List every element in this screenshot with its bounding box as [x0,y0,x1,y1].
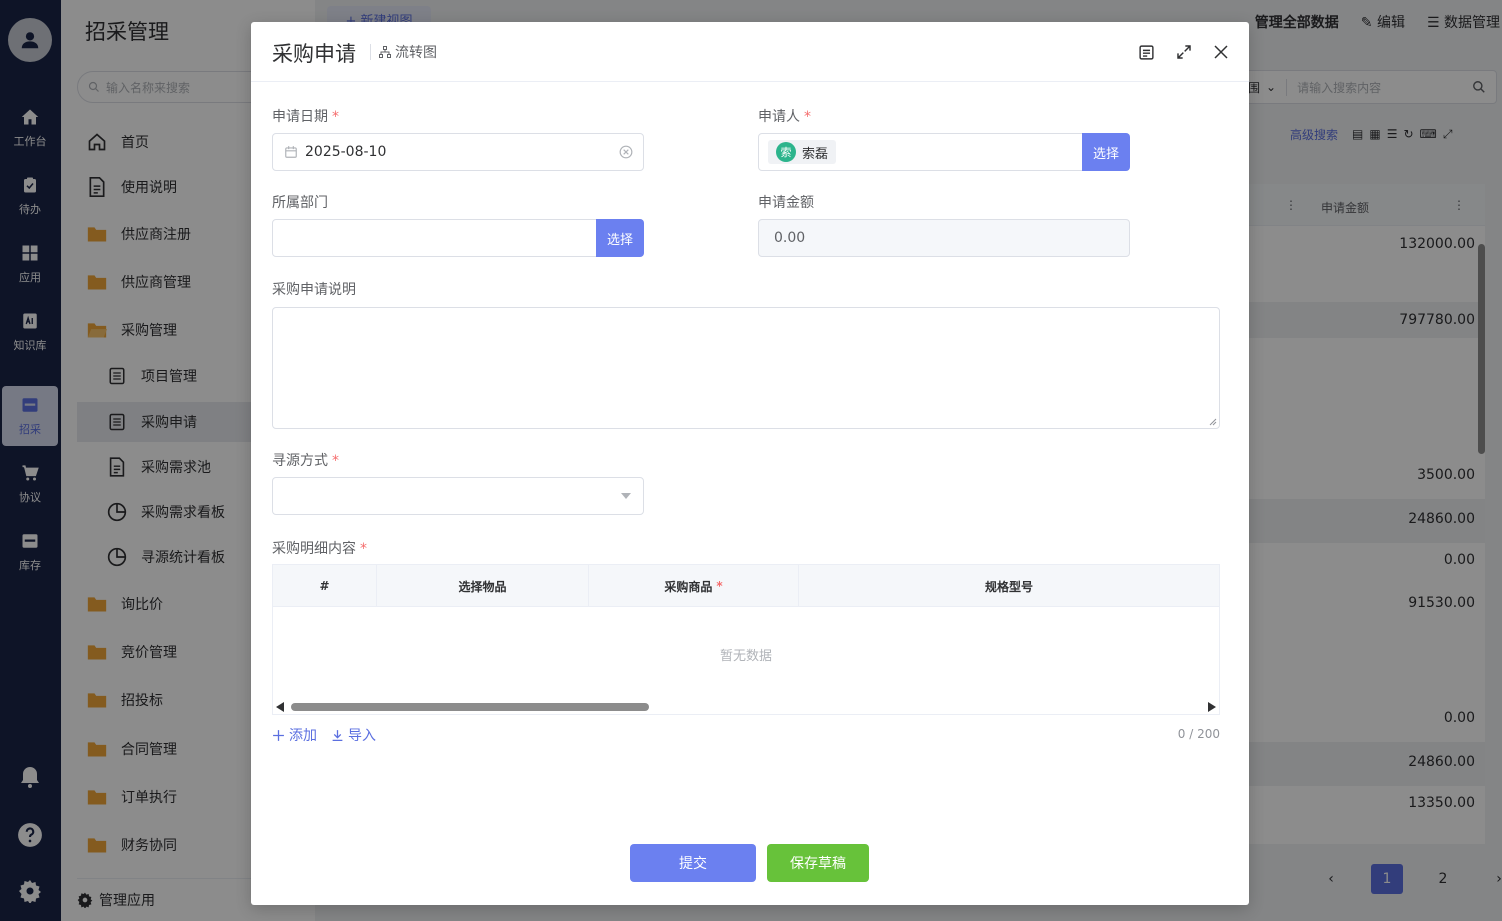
notes-icon[interactable] [1136,42,1156,62]
department-label: 所属部门 [272,195,328,211]
download-icon [332,729,343,741]
flowchart-link[interactable]: 流转图 [379,42,437,62]
scrollbar-thumb[interactable] [291,703,649,711]
applicant-tag[interactable]: 索 索磊 [768,140,837,164]
caret-down-icon [621,493,631,499]
applicant-field[interactable]: 索 索磊 [758,133,1084,171]
dialog-title: 采购申请 [272,42,356,66]
scroll-right-icon[interactable] [1208,702,1216,712]
dialog-header: 采购申请 流转图 [251,22,1249,82]
scroll-left-icon[interactable] [276,702,284,712]
amount-label: 申请金额 [758,195,814,211]
plus-icon [273,729,284,741]
close-icon[interactable] [1211,42,1231,62]
horizontal-scrollbar[interactable] [273,700,1219,714]
sourcing-select[interactable] [272,477,644,515]
fullscreen-icon[interactable] [1174,42,1194,62]
applicant-select-button[interactable]: 选择 [1082,133,1130,171]
details-table: # 选择物品 采购商品 * 规格型号 暂无数据 [272,564,1220,715]
apply-date-picker[interactable]: 2025-08-10 [272,133,644,171]
save-draft-button[interactable]: 保存草稿 [767,844,869,882]
row-count: 0 / 200 [1177,727,1220,741]
column-select-item: 选择物品 [377,565,589,607]
column-index: # [273,565,377,607]
applicant-avatar: 索 [776,142,796,162]
department-select-button[interactable]: 选择 [596,219,644,257]
sourcing-label: 寻源方式 * [272,453,339,469]
details-label: 采购明细内容 * [272,541,367,557]
purchase-request-dialog: 采购申请 流转图 申请日期 * 2025-08-10 申请人 * 索 索磊 选择 所… [251,22,1249,905]
flowchart-icon [379,46,391,58]
add-row-button[interactable]: 添加 [272,725,317,745]
submit-button[interactable]: 提交 [630,844,756,882]
description-textarea[interactable] [272,307,1220,429]
calendar-icon [285,146,297,158]
details-table-header: # 选择物品 采购商品 * 规格型号 [273,565,1219,607]
description-label: 采购申请说明 [272,282,356,298]
clear-icon[interactable] [619,145,633,159]
resize-handle-icon[interactable] [1209,418,1217,426]
apply-date-label: 申请日期 * [272,109,339,125]
applicant-label: 申请人 * [758,109,811,125]
empty-state-text: 暂无数据 [719,649,772,664]
details-actions: 添加 导入 [272,725,376,745]
amount-field: 0.00 [758,219,1130,257]
column-product: 采购商品 * [589,565,799,607]
import-button[interactable]: 导入 [331,725,376,745]
column-spec: 规格型号 [984,579,1033,594]
title-divider [370,44,371,60]
department-field[interactable] [272,219,598,257]
